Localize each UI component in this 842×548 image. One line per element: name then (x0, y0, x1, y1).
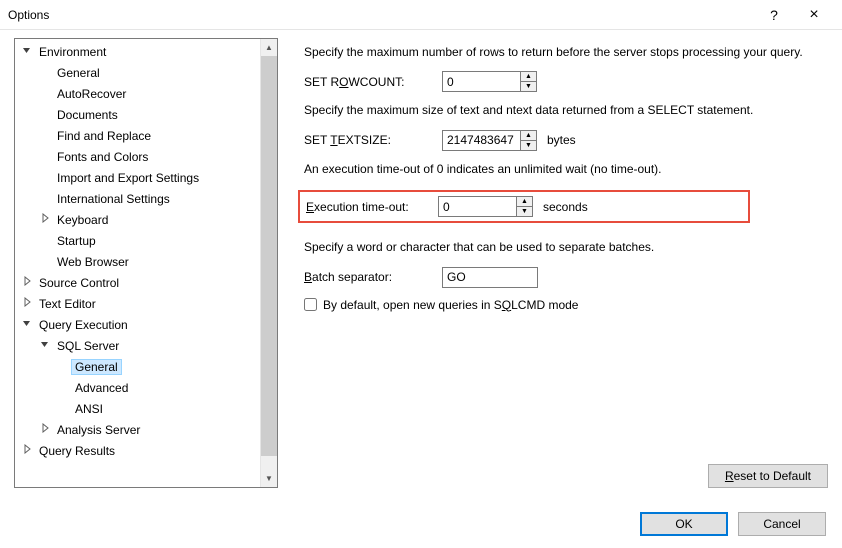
spinner-up-icon[interactable]: ▲ (521, 131, 536, 141)
scroll-thumb[interactable] (261, 56, 277, 456)
scroll-down-icon[interactable]: ▼ (261, 470, 277, 487)
ok-button[interactable]: OK (640, 512, 728, 536)
chevron-right-icon[interactable] (19, 276, 35, 289)
tree-item-general[interactable]: General (15, 356, 260, 377)
textsize-description: Specify the maximum size of text and nte… (304, 102, 826, 119)
tree-item-environment[interactable]: Environment (15, 41, 260, 62)
tree-item-international-settings[interactable]: International Settings (15, 188, 260, 209)
spinner-down-icon[interactable]: ▼ (517, 207, 532, 216)
chevron-down-icon[interactable] (19, 318, 35, 331)
timeout-label: Execution time-out: (306, 200, 438, 214)
tree-item-find-and-replace[interactable]: Find and Replace (15, 125, 260, 146)
tree-item-import-and-export-settings[interactable]: Import and Export Settings (15, 167, 260, 188)
textsize-spinner[interactable]: ▲ ▼ (442, 130, 537, 151)
spinner-down-icon[interactable]: ▼ (521, 82, 536, 91)
tree-item-label: Environment (35, 44, 110, 60)
sqlcmd-checkbox[interactable] (304, 298, 317, 311)
chevron-down-icon[interactable] (37, 339, 53, 352)
tree-item-label: Advanced (71, 380, 132, 396)
chevron-right-icon[interactable] (19, 297, 35, 310)
tree-item-label: Find and Replace (53, 128, 155, 144)
timeout-spinner[interactable]: ▲ ▼ (438, 196, 533, 217)
tree-item-label: Documents (53, 107, 122, 123)
window-title: Options (8, 8, 754, 22)
scroll-up-icon[interactable]: ▲ (261, 39, 277, 56)
tree-item-documents[interactable]: Documents (15, 104, 260, 125)
tree-item-startup[interactable]: Startup (15, 230, 260, 251)
rowcount-label: SET ROWCOUNT: (304, 75, 442, 89)
textsize-label: SET TEXTSIZE: (304, 133, 442, 147)
textsize-input[interactable] (442, 130, 520, 151)
tree-item-label: Import and Export Settings (53, 170, 203, 186)
spinner-down-icon[interactable]: ▼ (521, 141, 536, 150)
tree-item-label: Text Editor (35, 296, 100, 312)
reset-to-default-button[interactable]: Reset to Default (708, 464, 828, 488)
tree-item-label: General (71, 359, 122, 375)
close-icon[interactable]: × (794, 6, 834, 24)
tree-item-query-execution[interactable]: Query Execution (15, 314, 260, 335)
batch-description: Specify a word or character that can be … (304, 239, 826, 256)
tree-item-sql-server[interactable]: SQL Server (15, 335, 260, 356)
cancel-button[interactable]: Cancel (738, 512, 826, 536)
spinner-up-icon[interactable]: ▲ (517, 197, 532, 207)
tree-item-label: ANSI (71, 401, 107, 417)
timeout-description: An execution time-out of 0 indicates an … (304, 161, 826, 178)
tree-item-label: AutoRecover (53, 86, 130, 102)
tree-item-label: Web Browser (53, 254, 133, 270)
rowcount-description: Specify the maximum number of rows to re… (304, 44, 826, 61)
spinner-up-icon[interactable]: ▲ (521, 72, 536, 82)
dialog-footer: OK Cancel (640, 512, 826, 536)
scrollbar[interactable]: ▲ ▼ (260, 39, 277, 487)
batch-label: Batch separator: (304, 270, 442, 284)
tree-item-ansi[interactable]: ANSI (15, 398, 260, 419)
tree-item-general[interactable]: General (15, 62, 260, 83)
timeout-input[interactable] (438, 196, 516, 217)
tree-list[interactable]: Environment General AutoRecover Documents Fi… (15, 39, 260, 487)
options-tree: Environment General AutoRecover Documents Fi… (14, 38, 278, 488)
chevron-right-icon[interactable] (19, 444, 35, 457)
textsize-suffix: bytes (547, 133, 576, 147)
tree-item-label: Keyboard (53, 212, 112, 228)
sqlcmd-label[interactable]: By default, open new queries in SQLCMD m… (323, 298, 578, 312)
tree-item-label: General (53, 65, 104, 81)
tree-item-label: Analysis Server (53, 422, 144, 438)
tree-item-text-editor[interactable]: Text Editor (15, 293, 260, 314)
chevron-right-icon[interactable] (37, 213, 53, 226)
timeout-highlight: Execution time-out: ▲ ▼ seconds (298, 190, 750, 223)
rowcount-input[interactable] (442, 71, 520, 92)
chevron-down-icon[interactable] (19, 45, 35, 58)
tree-item-query-results[interactable]: Query Results (15, 440, 260, 461)
tree-item-label: SQL Server (53, 338, 123, 354)
tree-item-label: International Settings (53, 191, 174, 207)
tree-item-label: Query Results (35, 443, 119, 459)
tree-item-keyboard[interactable]: Keyboard (15, 209, 260, 230)
tree-item-source-control[interactable]: Source Control (15, 272, 260, 293)
tree-item-autorecover[interactable]: AutoRecover (15, 83, 260, 104)
rowcount-spinner[interactable]: ▲ ▼ (442, 71, 537, 92)
tree-item-label: Source Control (35, 275, 123, 291)
tree-item-label: Query Execution (35, 317, 132, 333)
help-icon[interactable]: ? (754, 7, 794, 23)
tree-item-label: Fonts and Colors (53, 149, 152, 165)
timeout-suffix: seconds (543, 200, 588, 214)
titlebar: Options ? × (0, 0, 842, 30)
tree-item-fonts-and-colors[interactable]: Fonts and Colors (15, 146, 260, 167)
batch-input[interactable] (442, 267, 538, 288)
chevron-right-icon[interactable] (37, 423, 53, 436)
tree-item-web-browser[interactable]: Web Browser (15, 251, 260, 272)
tree-item-advanced[interactable]: Advanced (15, 377, 260, 398)
options-content: Specify the maximum number of rows to re… (278, 38, 828, 490)
tree-item-label: Startup (53, 233, 100, 249)
tree-item-analysis-server[interactable]: Analysis Server (15, 419, 260, 440)
